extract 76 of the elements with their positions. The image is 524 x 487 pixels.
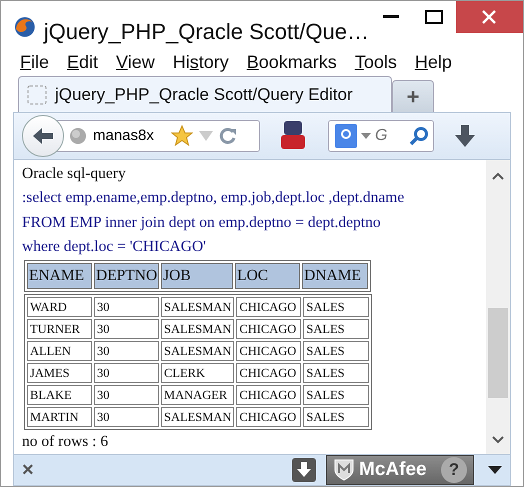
table-cell: 30 <box>94 362 159 382</box>
menu-item[interactable]: Help <box>406 49 461 76</box>
menu-item[interactable]: View <box>107 49 164 76</box>
minimize-icon <box>382 15 399 19</box>
column-header: DNAME <box>302 262 368 288</box>
table-cell: 30 <box>94 384 159 404</box>
table-cell: SALES <box>303 406 370 426</box>
browser-logo-icon <box>14 16 36 38</box>
scroll-thumb[interactable] <box>488 308 508 398</box>
table-cell: SALESMAN <box>161 318 234 338</box>
menu-item[interactable]: Tools <box>346 49 406 76</box>
mcafee-badge[interactable]: McAfee ? <box>326 455 474 485</box>
table-cell: SALES <box>303 318 370 338</box>
table-cell: CHICAGO <box>236 296 302 316</box>
menu-item[interactable]: History <box>164 49 238 76</box>
star-icon[interactable] <box>171 125 193 146</box>
table-cell: MARTIN <box>27 406 92 426</box>
close-button[interactable]: × <box>22 455 34 485</box>
table-cell: SALES <box>303 384 370 404</box>
table-cell: SALESMAN <box>161 296 234 316</box>
reload-icon[interactable] <box>219 126 237 145</box>
help-icon[interactable]: ? <box>441 457 467 483</box>
search-icon[interactable] <box>409 126 429 146</box>
video-icon[interactable] <box>280 120 306 152</box>
column-header: DEPTNO <box>94 262 160 288</box>
table-cell: ALLEN <box>27 340 92 360</box>
globe-icon <box>69 126 87 145</box>
browser-tab[interactable]: jQuery_PHP_Qracle Scott/Query Editor <box>18 76 392 112</box>
table-cell: SALESMAN <box>161 406 234 426</box>
table-cell: CHICAGO <box>236 318 302 338</box>
scroll-up-icon[interactable] <box>492 172 504 180</box>
table-cell: 30 <box>94 340 159 360</box>
table-cell: 30 <box>94 318 159 338</box>
table-cell: SALES <box>303 340 370 360</box>
download-icon[interactable] <box>454 124 476 148</box>
column-header: JOB <box>161 262 234 288</box>
back-arrow-icon <box>31 126 55 146</box>
download-icon[interactable] <box>292 458 316 482</box>
table-cell: CHICAGO <box>236 406 302 426</box>
scrollbar[interactable] <box>486 160 510 454</box>
query-text: FROM EMP inner join dept on emp.deptno = dept.deptno <box>22 212 382 232</box>
search-engine-icon[interactable] <box>335 124 357 148</box>
heading-text: Oracle sql-query <box>22 164 127 184</box>
row-count-text: no of rows : 6 <box>22 432 110 452</box>
table-cell: TURNER <box>27 318 92 338</box>
table-cell: MANAGER <box>161 384 234 404</box>
table-cell: CHICAGO <box>236 384 302 404</box>
badge-label: McAfee <box>359 458 427 482</box>
back-button[interactable] <box>22 114 64 157</box>
menu-item[interactable]: Edit <box>58 49 108 76</box>
close-icon <box>482 10 496 24</box>
table-cell: CHICAGO <box>236 362 302 382</box>
menu-item[interactable]: Bookmarks <box>238 49 346 76</box>
query-text: :select emp.ename,emp.deptno, emp.job,dept.loc ,dept.dname <box>22 188 406 208</box>
table-cell: CLERK <box>161 362 234 382</box>
table-cell: SALES <box>303 296 370 316</box>
table-cell: CHICAGO <box>236 340 302 360</box>
column-header: ENAME <box>27 262 92 288</box>
column-header: LOC <box>235 262 300 288</box>
table-cell: 30 <box>94 406 159 426</box>
table-cell: BLAKE <box>27 384 92 404</box>
scroll-down-icon[interactable] <box>492 436 504 444</box>
table-cell: SALES <box>303 362 370 382</box>
window-title: jQuery_PHP_Qracle Scott/Que… <box>42 18 369 46</box>
menu-item[interactable]: File <box>11 49 58 76</box>
table-cell: WARD <box>27 296 92 316</box>
maximize-icon <box>425 10 444 24</box>
table-cell: 30 <box>94 296 159 316</box>
shield-icon <box>333 458 355 482</box>
table-cell: SALESMAN <box>161 340 234 360</box>
new-tab-button[interactable]: + <box>392 80 434 112</box>
table-cell: JAMES <box>27 362 92 382</box>
close-button[interactable] <box>456 1 523 33</box>
query-text: where dept.loc = 'CHICAGO' <box>22 237 207 257</box>
page-icon <box>27 84 47 104</box>
dropdown-icon[interactable] <box>488 466 502 474</box>
